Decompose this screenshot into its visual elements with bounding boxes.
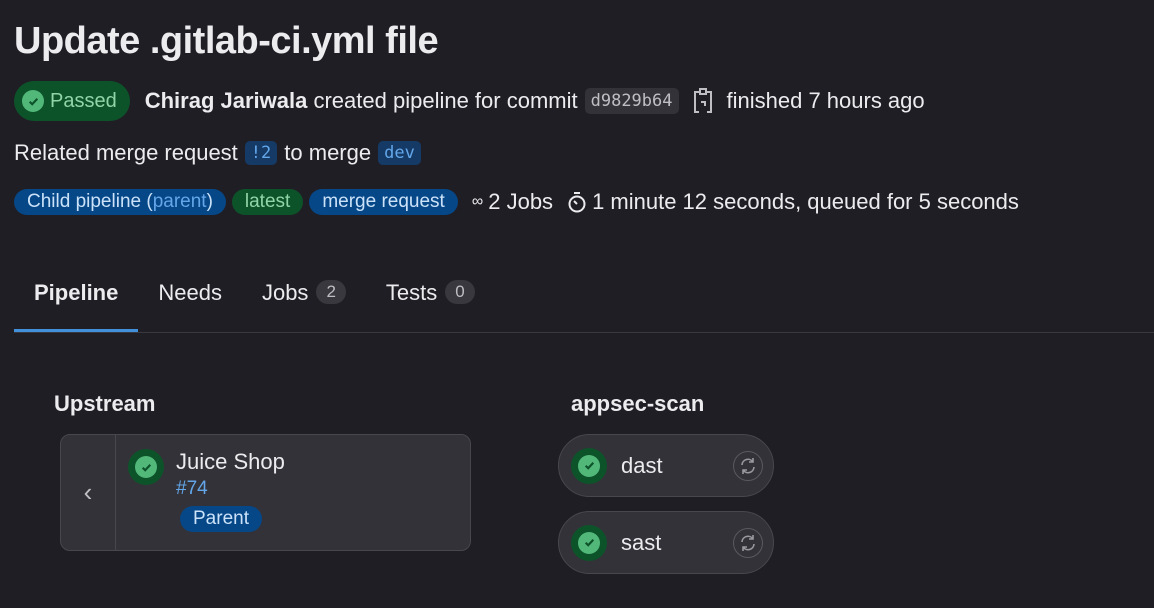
- tab-jobs[interactable]: Jobs 2: [242, 270, 366, 332]
- pipeline-icon: ∞: [471, 193, 484, 210]
- chevron-left-icon[interactable]: ‹: [61, 435, 116, 550]
- page-title: Update .gitlab-ci.yml file: [14, 20, 439, 62]
- pipeline-header: Passed Chirag Jariwala created pipeline …: [14, 81, 925, 121]
- duration: 1 minute 12 seconds, queued for 5 second…: [567, 189, 1019, 215]
- merge-request-badge: merge request: [309, 189, 458, 215]
- branch-link[interactable]: dev: [378, 141, 421, 165]
- child-pipeline-badge: Child pipeline (parent): [14, 189, 226, 215]
- pipeline-badges: Child pipeline (parent) latest merge req…: [14, 189, 1019, 215]
- status-success-icon: [128, 449, 164, 485]
- finished-text: finished 7 hours ago: [726, 88, 925, 113]
- mr-prefix: Related merge request: [14, 140, 238, 165]
- parent-badge: Parent: [180, 506, 262, 532]
- parent-link[interactable]: parent: [153, 191, 207, 213]
- retry-icon[interactable]: [733, 527, 763, 558]
- job-sast[interactable]: sast: [558, 511, 774, 574]
- tab-count: 0: [445, 280, 475, 304]
- mr-link[interactable]: !2: [244, 141, 278, 165]
- mr-middle: to merge: [284, 140, 372, 165]
- upstream-pipeline-card[interactable]: ‹ Juice Shop #74 Parent: [60, 434, 471, 551]
- author-link[interactable]: Chirag Jariwala: [145, 88, 308, 114]
- pipeline-tabs: Pipeline Needs Jobs 2 Tests 0: [14, 270, 1154, 333]
- child-prefix: Child pipeline (: [27, 191, 153, 212]
- tab-label: Pipeline: [34, 280, 119, 305]
- status-label: Passed: [50, 89, 117, 112]
- status-badge[interactable]: Passed: [14, 81, 130, 121]
- timer-icon: [567, 191, 587, 213]
- tab-count: 2: [316, 280, 346, 304]
- created-text: created pipeline for commit: [313, 88, 578, 113]
- upstream-heading: Upstream: [54, 391, 156, 416]
- copy-clipboard-icon[interactable]: [693, 88, 713, 114]
- latest-badge: latest: [231, 189, 304, 215]
- duration-text: 1 minute 12 seconds, queued for 5 second…: [592, 189, 1019, 214]
- tab-label: Needs: [158, 280, 222, 305]
- upstream-project: Juice Shop: [176, 449, 285, 474]
- retry-icon[interactable]: [733, 450, 763, 481]
- jobs-count: ∞ 2 Jobs: [472, 189, 553, 215]
- status-success-icon: [571, 524, 607, 561]
- tab-tests[interactable]: Tests 0: [366, 270, 495, 332]
- upstream-pipeline-link[interactable]: #74: [176, 478, 285, 500]
- job-dast[interactable]: dast: [558, 434, 774, 497]
- child-suffix: ): [206, 191, 213, 212]
- tab-pipeline[interactable]: Pipeline: [14, 270, 139, 332]
- job-name: sast: [621, 529, 662, 555]
- job-name: dast: [621, 452, 663, 478]
- status-success-icon: [571, 447, 607, 484]
- stage-heading: appsec-scan: [571, 391, 705, 416]
- related-mr: Related merge request !2 to merge dev: [14, 140, 428, 166]
- jobs-count-text: 2 Jobs: [488, 189, 554, 214]
- tab-label: Jobs: [261, 280, 309, 305]
- check-circle-icon: [22, 90, 44, 112]
- tab-label: Tests: [385, 280, 438, 305]
- commit-sha[interactable]: d9829b64: [584, 88, 679, 114]
- tab-needs[interactable]: Needs: [138, 270, 242, 332]
